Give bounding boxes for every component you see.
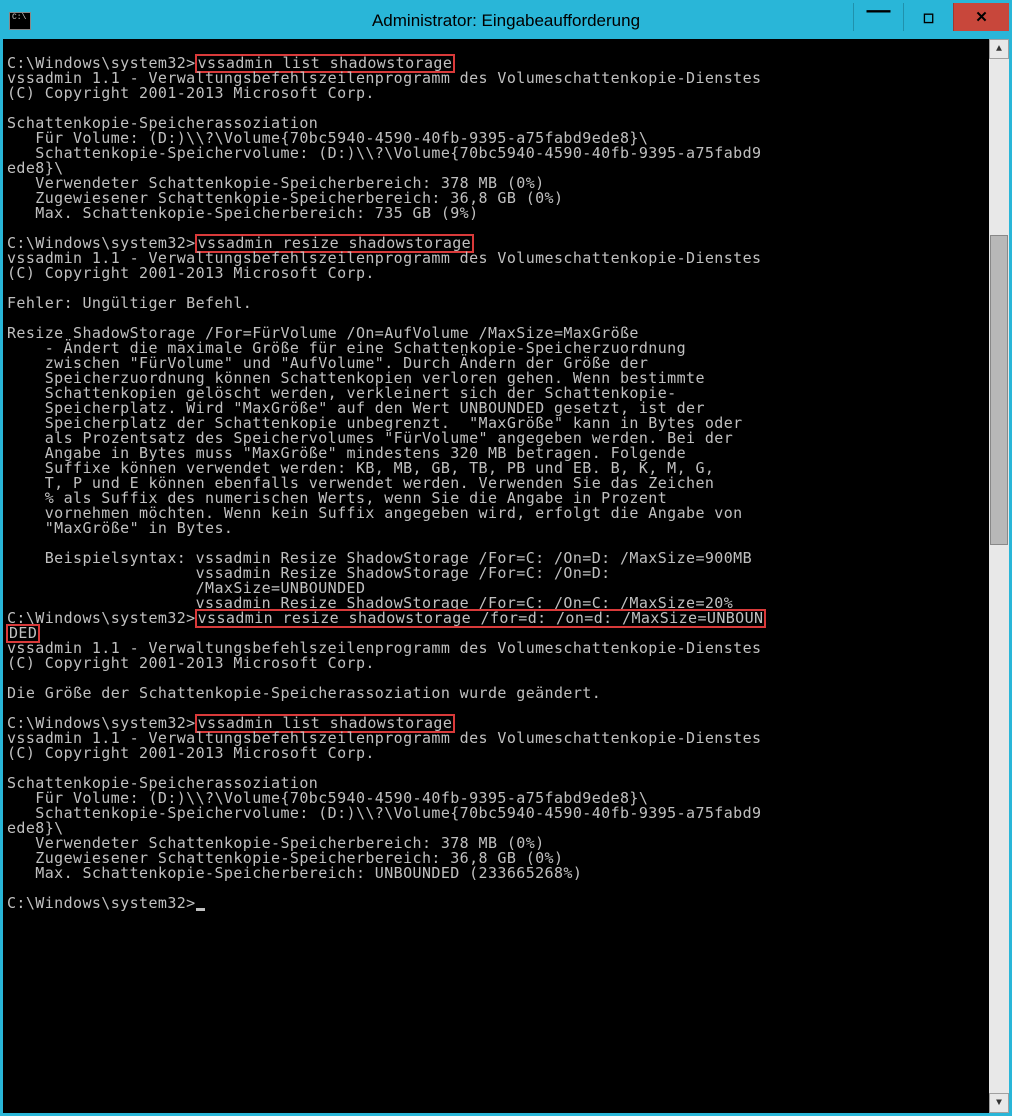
cursor (196, 908, 205, 911)
command-line: C:\Windows\system32>vssadmin resize shad… (7, 611, 989, 626)
window-controls: — ◻ ✕ (853, 3, 1009, 39)
close-button[interactable]: ✕ (953, 3, 1009, 31)
command-prompt-window: Administrator: Eingabeaufforderung — ◻ ✕… (0, 0, 1012, 1116)
command-line: C:\Windows\system32> (7, 896, 989, 911)
minimize-button[interactable]: — (853, 3, 903, 31)
cmd-icon (9, 12, 31, 30)
scrollbar[interactable]: ▲ ▼ (989, 39, 1009, 1113)
highlighted-command: vssadmin resize shadowstorage /for=d: /o… (195, 609, 767, 628)
scroll-down-button[interactable]: ▼ (989, 1093, 1009, 1113)
terminal-output[interactable]: C:\Windows\system32>vssadmin list shadow… (3, 39, 989, 1113)
window-title: Administrator: Eingabeaufforderung (372, 11, 640, 31)
maximize-button[interactable]: ◻ (903, 3, 953, 31)
output-block: vssadmin 1.1 - Verwaltungsbefehlszeilenp… (7, 69, 761, 222)
output-block: vssadmin 1.1 - Verwaltungsbefehlszeilenp… (7, 729, 761, 882)
output-block: vssadmin 1.1 - Verwaltungsbefehlszeilenp… (7, 249, 761, 612)
scrollbar-track[interactable] (989, 59, 1009, 1093)
scrollbar-thumb[interactable] (990, 235, 1008, 545)
titlebar[interactable]: Administrator: Eingabeaufforderung — ◻ ✕ (3, 3, 1009, 39)
scroll-up-button[interactable]: ▲ (989, 39, 1009, 59)
prompt: C:\Windows\system32> (7, 894, 196, 912)
terminal-area: C:\Windows\system32>vssadmin list shadow… (3, 39, 1009, 1113)
output-block: vssadmin 1.1 - Verwaltungsbefehlszeilenp… (7, 639, 761, 702)
